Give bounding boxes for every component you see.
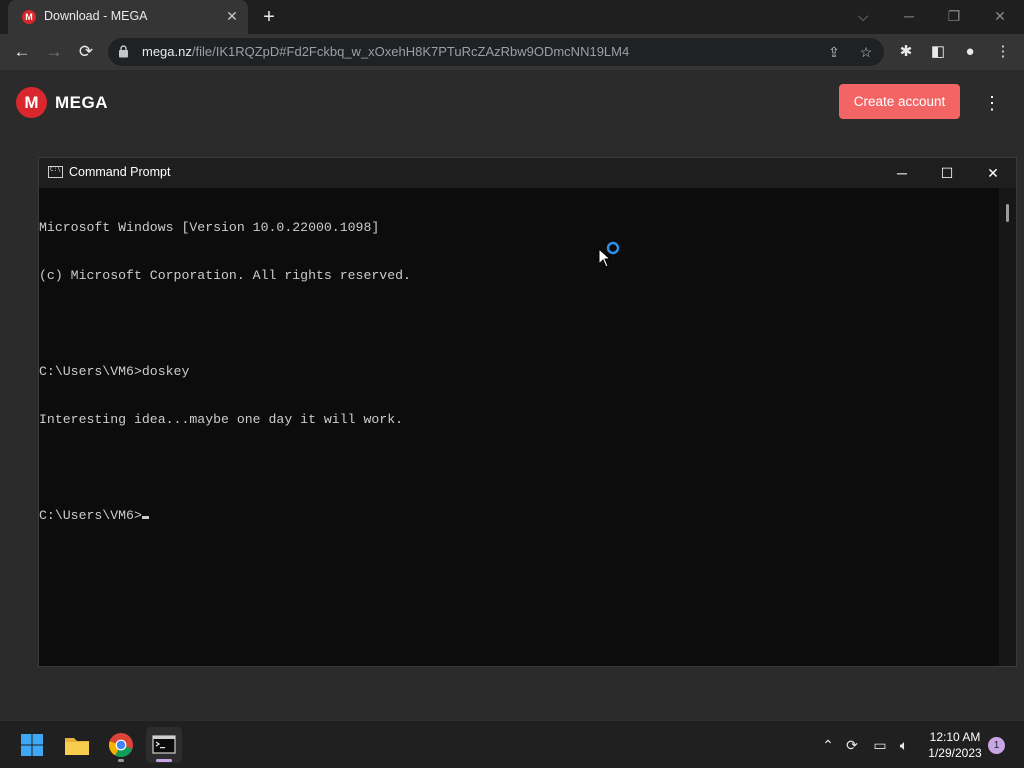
system-clock[interactable]: 12:10 AM 1/29/2023: [920, 729, 990, 761]
bookmark-star-icon[interactable]: ☆: [857, 43, 875, 61]
back-arrow-icon[interactable]: ←: [10, 40, 34, 64]
windows-logo-icon: [21, 734, 43, 756]
clock-date: 1/29/2023: [928, 746, 982, 760]
url-text: mega.nz/file/IK1RQZpD#Fd2Fckbq_w_xOxehH8…: [142, 44, 629, 59]
show-hidden-icons-chevron-icon[interactable]: ⌃: [818, 735, 838, 755]
reload-icon[interactable]: ⟳: [74, 40, 98, 64]
notification-badge[interactable]: 1: [988, 737, 1005, 754]
console-line: (c) Microsoft Corporation. All rights re…: [39, 268, 411, 283]
console-prompt: C:\Users\VM6>: [39, 508, 142, 523]
cmd-scrollbar-thumb[interactable]: [1006, 204, 1009, 222]
address-bar[interactable]: mega.nz/file/IK1RQZpD#Fd2Fckbq_w_xOxehH8…: [108, 38, 884, 66]
browser-tab[interactable]: M Download - MEGA ✕: [8, 0, 248, 34]
url-path: /file/IK1RQZpD#Fd2Fckbq_w_xOxehH8K7PTuRc…: [191, 44, 630, 59]
cmd-title: Command Prompt: [69, 165, 171, 179]
cmd-close-button[interactable]: ✕: [970, 158, 1016, 188]
console-line: C:\Users\VM6>doskey: [39, 364, 190, 379]
share-icon[interactable]: ⇪: [825, 43, 843, 61]
browser-tab-strip: M Download - MEGA ✕ + ⌵ ─ ❐ ✕: [0, 0, 1024, 34]
chrome-taskbar-button[interactable]: [103, 727, 139, 763]
side-panel-icon[interactable]: ◧: [928, 42, 948, 62]
console-line: Interesting idea...maybe one day it will…: [39, 412, 404, 427]
create-account-button[interactable]: Create account: [839, 84, 960, 119]
lock-icon: [119, 45, 128, 58]
page-menu-icon[interactable]: ⋮: [982, 92, 1002, 114]
cmd-title-bar[interactable]: Command Prompt ─ ☐ ✕: [39, 158, 1016, 188]
forward-arrow-icon[interactable]: →: [42, 40, 66, 64]
restore-button[interactable]: ❐: [934, 4, 974, 28]
mega-logo-icon[interactable]: M: [16, 87, 47, 118]
cmd-app-icon: [48, 166, 63, 178]
windows-taskbar: ⌃ ⟳ ▭ 🔈︎ 12:10 AM 1/29/2023 1: [0, 720, 1024, 768]
sync-icon[interactable]: ⟳: [842, 735, 862, 755]
minimize-button[interactable]: ─: [889, 4, 929, 28]
chrome-icon: [109, 733, 133, 757]
cmd-taskbar-button[interactable]: [146, 727, 182, 763]
terminal-icon: [152, 735, 176, 754]
browser-menu-icon[interactable]: ⋮: [993, 42, 1013, 62]
url-host: mega.nz: [142, 44, 192, 59]
volume-icon[interactable]: 🔈︎: [894, 735, 914, 755]
start-button[interactable]: [14, 727, 50, 763]
mega-favicon-icon: M: [22, 10, 36, 24]
close-window-button[interactable]: ✕: [980, 4, 1020, 28]
running-indicator: [118, 759, 124, 762]
text-cursor: [141, 516, 149, 519]
tab-title: Download - MEGA: [44, 9, 148, 23]
active-indicator: [156, 759, 172, 762]
network-icon[interactable]: ▭: [870, 735, 890, 755]
clock-time: 12:10 AM: [929, 730, 981, 744]
cmd-maximize-button[interactable]: ☐: [924, 158, 970, 188]
folder-icon: [65, 738, 89, 755]
console-prompt-line[interactable]: C:\Users\VM6>: [39, 508, 999, 524]
busy-cursor-icon: [598, 241, 620, 268]
file-explorer-button[interactable]: [59, 727, 95, 763]
extensions-puzzle-icon[interactable]: ✱: [896, 42, 916, 62]
cmd-minimize-button[interactable]: ─: [879, 158, 925, 188]
console-output[interactable]: Microsoft Windows [Version 10.0.22000.10…: [39, 188, 999, 666]
tab-search-icon[interactable]: ⌵: [843, 4, 883, 28]
new-tab-button[interactable]: +: [258, 6, 280, 28]
cmd-scrollbar[interactable]: [999, 188, 1016, 666]
command-prompt-window[interactable]: Command Prompt ─ ☐ ✕ Microsoft Windows […: [38, 157, 1017, 667]
browser-toolbar: ← → ⟳ mega.nz/file/IK1RQZpD#Fd2Fckbq_w_x…: [0, 34, 1024, 70]
console-line: Microsoft Windows [Version 10.0.22000.10…: [39, 220, 380, 235]
profile-avatar-icon[interactable]: ●: [960, 42, 980, 62]
tab-close-icon[interactable]: ✕: [224, 8, 240, 24]
mega-wordmark[interactable]: MEGA: [55, 93, 108, 113]
